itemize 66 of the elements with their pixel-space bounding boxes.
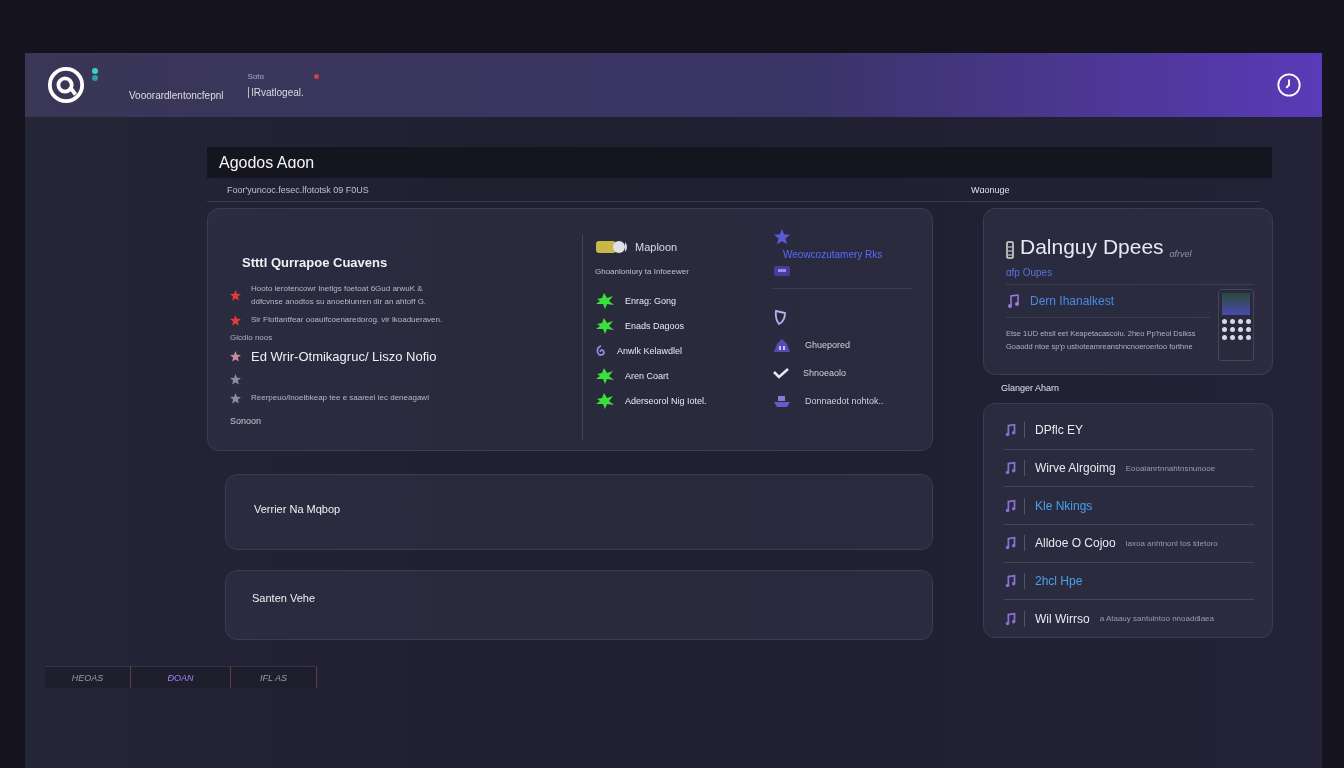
clock-icon[interactable] <box>1276 72 1302 98</box>
tag-icon <box>773 264 791 278</box>
splat-icon <box>595 392 615 410</box>
splat-icon <box>595 367 615 385</box>
activity-detail: Eooalanrtnnahtnsnunooe <box>1125 463 1216 473</box>
list-text: Hooto lerotencowr Inetlgs foetoat 6Gud arwuK & ddfcvnse anodtos su anoeblunren dir an ahtoff G. <box>251 283 428 308</box>
thumbnail-drawing <box>1218 289 1254 361</box>
list-text: Reerpeuo/lnoelbkeap tee e saareel lec deneagawl <box>251 392 429 404</box>
shield-icon <box>773 309 787 325</box>
music-icon <box>1004 573 1025 589</box>
music-icon <box>1004 422 1025 439</box>
splat-icon <box>595 317 615 335</box>
panel-title: Agodos Aɑon <box>219 153 315 172</box>
feature-title: Dalnguy Dpees <box>1020 235 1164 259</box>
tab[interactable]: ĐOAN <box>131 666 231 688</box>
location-label[interactable]: Enads Dagoos <box>625 321 685 331</box>
panel-subtitle: Foor'yuncoc.fesec.lfototsk 09 F0US <box>227 184 369 195</box>
card-title: Santen Vehe <box>252 592 315 604</box>
list-text: Ed Wrir-Otmikagruc/ Liszo Nofio <box>251 347 437 366</box>
activity-title[interactable]: 2hcl Hpe <box>1035 574 1083 588</box>
location-label[interactable]: Shnoeaolo <box>803 368 847 378</box>
building-icon <box>773 337 791 353</box>
bars-icon <box>1006 241 1014 259</box>
location-label[interactable]: Ghuepored <box>805 340 851 350</box>
list-text: Sir Ftotlantfear ooauifcoenaredorog. vir lkoadueraven. <box>251 314 443 327</box>
card-title: Verrier Na Mqbop <box>254 503 341 515</box>
location-label[interactable]: Donnaedot nohtok.. <box>805 396 884 406</box>
map-subtitle: Ghoanlonlury ta Infoeewer <box>595 267 690 276</box>
location-label[interactable]: Anwlk Kelawdlel <box>617 346 683 356</box>
tab[interactable]: IFL AS <box>231 666 317 688</box>
notification-dot <box>314 74 319 79</box>
header-subtitle: lRvatlogeal. <box>247 87 319 98</box>
splat-icon <box>595 292 615 310</box>
ship-icon <box>773 394 791 408</box>
music-icon <box>1006 293 1022 309</box>
feature-note: ɑfrvel <box>1169 249 1192 259</box>
swirl-icon <box>595 344 607 358</box>
map-title: Maploon <box>635 241 678 253</box>
activity-title[interactable]: Wirve Alrgoimg <box>1035 461 1116 475</box>
music-icon <box>1004 497 1025 514</box>
location-label[interactable]: Aderseorol Nig Iotel. <box>625 396 707 406</box>
activity-title[interactable]: Kle Nkings <box>1035 498 1093 513</box>
location-label[interactable]: Aren Coart <box>625 371 669 381</box>
music-icon <box>1004 610 1025 627</box>
feature-row-title[interactable]: Dern Ihanalkest <box>1030 294 1115 308</box>
overview-footer: Sonoon <box>230 416 580 427</box>
header-title: Vooorardlentoncfepnl <box>129 89 224 101</box>
header-label: Sɑtɑ <box>247 72 264 81</box>
activity-title[interactable]: Wil Wirrso <box>1035 611 1090 626</box>
section-label: Glanger Aharn <box>1001 383 1061 393</box>
tab[interactable]: HEOAS <box>45 666 131 688</box>
section-label: Wɑonuge <box>971 184 1011 195</box>
star-icon <box>773 229 791 245</box>
status-icon <box>91 67 99 81</box>
activity-detail: laxoa anhtnonl tos tdetoro <box>1125 538 1218 548</box>
music-icon <box>1004 460 1025 476</box>
feature-subtitle: ɑfp Oupes <box>1006 267 1054 278</box>
logo-icon <box>47 66 85 104</box>
activity-title[interactable]: Alldoe O Cojoo <box>1035 536 1116 551</box>
activity-title[interactable]: DPflc EY <box>1035 423 1083 438</box>
check-icon <box>773 367 789 379</box>
overview-heading: Stttl Qurrapoe Cuavens <box>242 255 389 270</box>
list-label: Glcdio noos <box>230 332 274 342</box>
music-icon <box>1004 535 1025 552</box>
location-label[interactable]: Enrag: Gong <box>625 296 677 306</box>
activity-detail: a Ataauy santulntoo nnoaddlaea <box>1099 614 1214 624</box>
